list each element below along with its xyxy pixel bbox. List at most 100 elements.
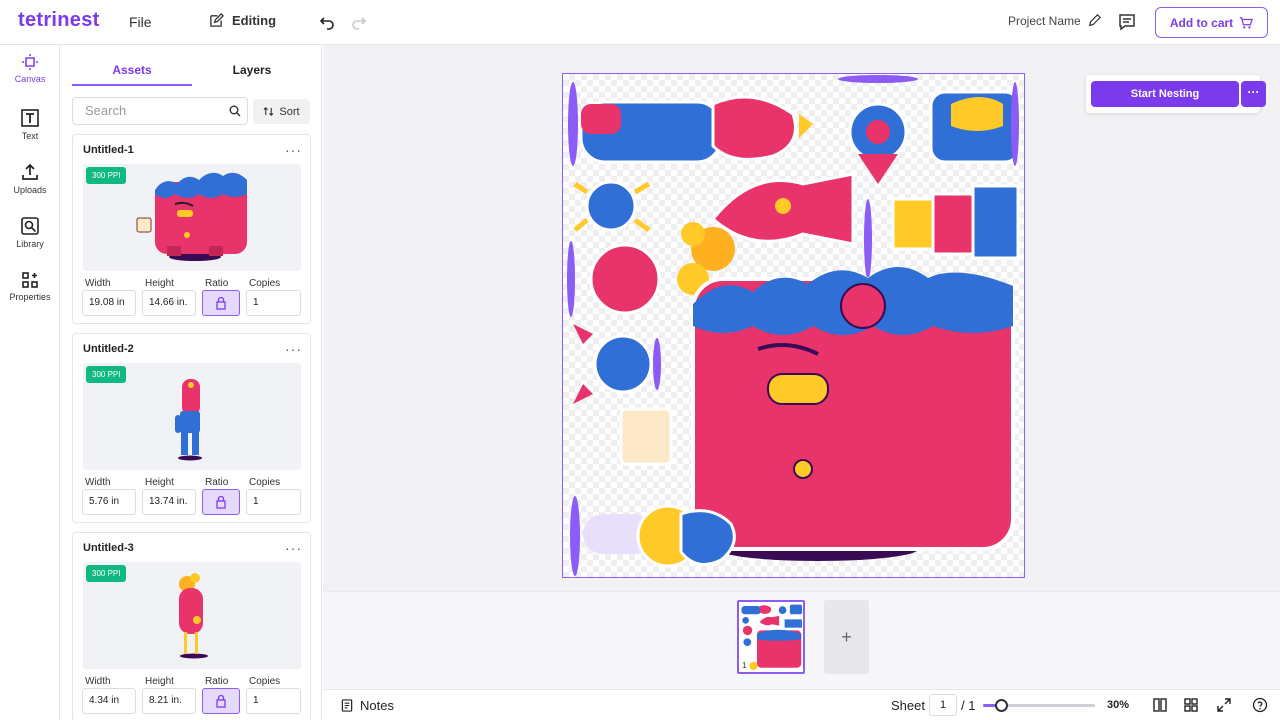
nested-artwork-image[interactable] <box>563 74 1025 578</box>
height-input[interactable]: 8.21 in. <box>142 688 196 714</box>
lock-icon <box>216 296 226 310</box>
height-input[interactable]: 14.66 in. <box>142 290 196 316</box>
sort-icon <box>263 107 274 116</box>
more-options-button[interactable]: ··· <box>285 540 302 556</box>
project-name-label: Project Name <box>1008 14 1081 28</box>
editing-mode-button[interactable]: Editing <box>209 13 276 28</box>
rail-item-uploads[interactable]: Uploads <box>0 162 60 195</box>
width-label: Width <box>85 477 111 488</box>
height-label: Height <box>145 278 174 289</box>
more-options-button[interactable]: ··· <box>285 341 302 357</box>
lock-icon <box>216 495 226 509</box>
asset-card[interactable]: Untitled-1 ··· 300 PPI Width Height Rati… <box>72 134 311 324</box>
rail-label-uploads: Uploads <box>13 185 47 195</box>
sheet-total: / 1 <box>961 698 976 713</box>
start-nesting-button[interactable]: Start Nesting <box>1091 81 1239 107</box>
rail-label-canvas: Canvas <box>14 74 46 84</box>
pencil-icon <box>1088 14 1101 27</box>
comments-button[interactable] <box>1118 13 1136 36</box>
sheet-number-input[interactable]: 1 <box>929 694 957 716</box>
more-options-button[interactable]: ··· <box>285 142 302 158</box>
sheet-number: 1 <box>742 661 747 670</box>
project-name[interactable]: Project Name <box>1008 14 1101 28</box>
notes-icon <box>341 699 353 712</box>
tab-assets[interactable]: Assets <box>72 63 192 86</box>
rail-item-properties[interactable]: Properties <box>0 271 60 302</box>
ratio-label: Ratio <box>205 676 229 687</box>
ppi-badge: 300 PPI <box>86 565 127 582</box>
panel-tabs: Assets Layers <box>72 63 312 87</box>
copies-label: Copies <box>249 278 281 289</box>
rail-label-library: Library <box>16 239 44 249</box>
copies-input[interactable]: 1 <box>246 290 301 316</box>
undo-button[interactable] <box>319 14 335 35</box>
asset-card[interactable]: Untitled-2 ··· 300 PPI Width Height Rati… <box>72 333 311 523</box>
width-label: Width <box>85 676 111 687</box>
rail-item-text[interactable]: Text <box>0 108 60 141</box>
sort-button[interactable]: Sort <box>253 99 310 124</box>
asset-preview: 300 PPI <box>83 562 301 669</box>
ppi-badge: 300 PPI <box>86 167 127 184</box>
help-icon[interactable] <box>1252 697 1268 713</box>
sheet-thumbnails: 1 + <box>323 591 1280 689</box>
zoom-slider-handle[interactable] <box>995 699 1009 712</box>
asset-card[interactable]: Untitled-3 ··· 300 PPI Width Height Rati… <box>72 532 311 720</box>
notes-label: Notes <box>360 698 394 713</box>
left-rail: Canvas Text Uploads Library Properties <box>0 45 60 720</box>
add-sheet-button[interactable]: + <box>824 600 869 674</box>
bottom-bar: Notes Sheet 1 / 1 30% <box>323 689 1280 720</box>
edit-icon <box>210 13 224 27</box>
width-input[interactable]: 4.34 in <box>82 688 136 714</box>
asset-preview: 300 PPI <box>83 363 301 470</box>
width-input[interactable]: 19.08 in <box>82 290 136 316</box>
split-view-icon[interactable] <box>1152 697 1168 713</box>
add-to-cart-label: Add to cart <box>1169 15 1234 30</box>
canvas-workspace[interactable]: Start Nesting ··· <box>323 45 1280 591</box>
nesting-controls: Start Nesting ··· <box>1086 75 1266 113</box>
fullscreen-icon[interactable] <box>1216 697 1232 713</box>
assets-panel: Assets Layers Search Sort Untitled-1 ···… <box>61 45 322 720</box>
lock-icon <box>216 694 226 708</box>
ratio-label: Ratio <box>205 278 229 289</box>
grid-view-icon[interactable] <box>1183 697 1199 713</box>
rail-label-text: Text <box>21 131 39 141</box>
width-input[interactable]: 5.76 in <box>82 489 136 515</box>
sheet-label: Sheet <box>891 698 925 713</box>
rail-label-properties: Properties <box>9 292 51 302</box>
ratio-lock-button[interactable] <box>202 489 240 515</box>
redo-button[interactable] <box>351 14 367 35</box>
search-input[interactable]: Search <box>72 97 248 125</box>
sheet-thumbnail-image <box>741 604 803 671</box>
copies-label: Copies <box>249 676 281 687</box>
add-to-cart-button[interactable]: Add to cart <box>1155 7 1268 38</box>
rail-item-library[interactable]: Library <box>0 216 60 249</box>
height-input[interactable]: 13.74 in. <box>142 489 196 515</box>
canvas-icon <box>22 54 38 70</box>
tab-layers[interactable]: Layers <box>192 63 312 77</box>
undo-icon <box>319 17 334 30</box>
comment-icon <box>1119 14 1135 31</box>
upload-icon <box>22 163 38 180</box>
cart-icon <box>1240 16 1254 29</box>
notes-button[interactable]: Notes <box>341 698 394 713</box>
ratio-label: Ratio <box>205 477 229 488</box>
height-label: Height <box>145 676 174 687</box>
asset-name: Untitled-1 <box>83 144 134 156</box>
copies-input[interactable]: 1 <box>246 489 301 515</box>
search-icon[interactable] <box>229 105 241 117</box>
sheet-thumbnail[interactable]: 1 <box>737 600 805 674</box>
editing-label: Editing <box>232 13 277 28</box>
top-bar: tetrinest File Editing Project Name Add … <box>0 0 1280 45</box>
ratio-lock-button[interactable] <box>202 290 240 316</box>
app-logo[interactable]: tetrinest <box>18 9 100 32</box>
file-menu[interactable]: File <box>129 14 152 30</box>
copies-input[interactable]: 1 <box>246 688 301 714</box>
text-icon <box>21 109 39 127</box>
print-sheet[interactable] <box>562 73 1025 578</box>
ratio-lock-button[interactable] <box>202 688 240 714</box>
rail-item-canvas[interactable]: Canvas <box>0 53 60 84</box>
asset-preview: 300 PPI <box>83 164 301 271</box>
width-label: Width <box>85 278 111 289</box>
copies-label: Copies <box>249 477 281 488</box>
nesting-more-button[interactable]: ··· <box>1241 81 1266 107</box>
